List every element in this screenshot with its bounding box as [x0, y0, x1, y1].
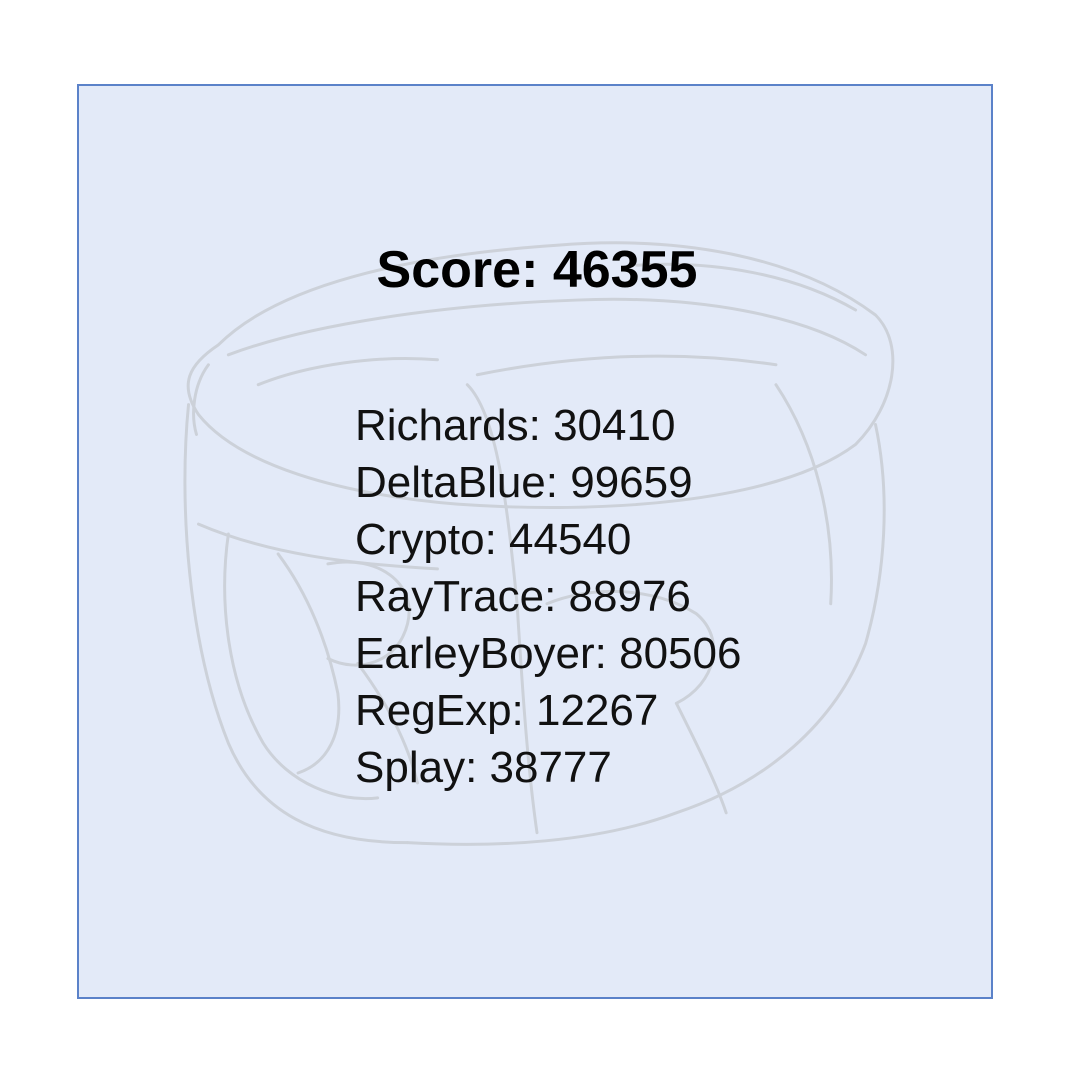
- result-regexp: RegExp: 12267: [355, 686, 659, 735]
- result-raytrace: RayTrace: 88976: [355, 572, 691, 621]
- result-earleyboyer: EarleyBoyer: 80506: [355, 629, 742, 678]
- benchmark-results-panel: Score: 46355 Richards: 30410 DeltaBlue: …: [77, 84, 993, 999]
- result-crypto: Crypto: 44540: [355, 515, 632, 564]
- result-splay: Splay: 38777: [355, 743, 612, 792]
- results-list: Richards: 30410 DeltaBlue: 99659 Crypto:…: [355, 397, 741, 796]
- result-richards: Richards: 30410: [355, 401, 676, 450]
- score-heading: Score: 46355: [376, 241, 698, 299]
- result-deltablue: DeltaBlue: 99659: [355, 458, 693, 507]
